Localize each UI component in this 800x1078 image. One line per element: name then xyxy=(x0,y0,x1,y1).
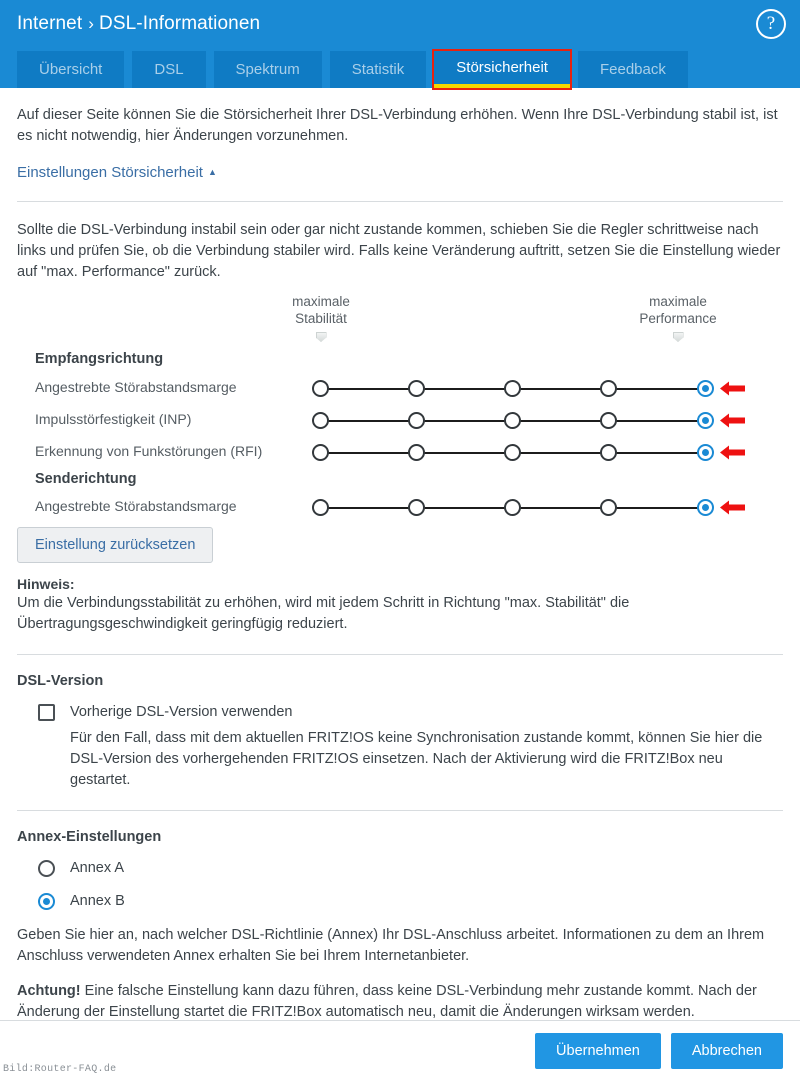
annex-a-radio[interactable] xyxy=(38,860,55,877)
breadcrumb-root[interactable]: Internet xyxy=(17,13,82,34)
group-title-senderichtung: Senderichtung xyxy=(35,471,137,487)
slider-knob-2[interactable] xyxy=(407,412,425,429)
red-arrow-left-icon xyxy=(720,445,745,460)
group-title-empfangsrichtung: Empfangsrichtung xyxy=(35,351,164,367)
page-content: Auf dieser Seite können Sie die Störsich… xyxy=(0,105,800,1023)
page-footer: Übernehmen Abbrechen xyxy=(0,1020,800,1078)
annex-b-label: Annex B xyxy=(70,893,125,909)
breadcrumb-current: DSL-Informationen xyxy=(99,13,261,34)
red-arrow-left-icon xyxy=(720,381,745,396)
previous-dsl-version-label: Vorherige DSL-Version verwenden xyxy=(70,704,293,720)
page-root: Internet › DSL-Informationen ? Übersicht D… xyxy=(0,0,800,1078)
annex-warning: Achtung! Eine falsche Einstellung kann d… xyxy=(17,981,783,1023)
red-arrow-left-icon xyxy=(720,413,745,428)
tab-spektrum[interactable]: Spektrum xyxy=(213,51,322,88)
annex-heading: Annex-Einstellungen xyxy=(17,829,162,845)
slider-row-snr-margin-downstream: Angestrebte Störabstandsmarge xyxy=(17,377,783,401)
noise-margin-slider-group: maximale Stabilität maximale Performance… xyxy=(17,293,783,525)
slider-knob-1[interactable] xyxy=(311,444,329,461)
annex-a-row[interactable]: Annex A xyxy=(38,859,783,878)
red-arrow-left-icon xyxy=(720,500,745,515)
slider-knob-5-selected[interactable] xyxy=(696,444,714,461)
slider-knob-3[interactable] xyxy=(503,499,521,516)
slider-label: Angestrebte Störabstandsmarge xyxy=(35,379,237,395)
dsl-version-checkbox-row[interactable]: Vorherige DSL-Version verwenden xyxy=(38,703,783,722)
scale-performance-line2: Performance xyxy=(639,311,717,326)
scale-label-performance: maximale Performance xyxy=(613,293,743,342)
slider-knob-2[interactable] xyxy=(407,444,425,461)
hint-text: Um die Verbindungsstabilität zu erhöhen,… xyxy=(17,595,630,632)
breadcrumb-separator-icon: › xyxy=(88,14,94,33)
scale-label-stability: maximale Stabilität xyxy=(256,293,386,342)
apply-button[interactable]: Übernehmen xyxy=(535,1033,661,1069)
accordion-label: Einstellungen Störsicherheit xyxy=(17,164,203,181)
slider-knob-5-selected[interactable] xyxy=(696,412,714,429)
tab-uebersicht[interactable]: Übersicht xyxy=(17,51,125,88)
slider-knob-2[interactable] xyxy=(407,380,425,397)
scale-stability-line2: Stabilität xyxy=(295,311,347,326)
tab-dsl[interactable]: DSL xyxy=(132,51,206,88)
slider-row-inp: Impulsstörfestigkeit (INP) xyxy=(17,409,783,433)
slider-knob-1[interactable] xyxy=(311,380,329,397)
slider-knob-5-selected[interactable] xyxy=(696,380,714,397)
slider-knob-3[interactable] xyxy=(503,444,521,461)
tab-feedback[interactable]: Feedback xyxy=(577,51,688,88)
annex-description: Geben Sie hier an, nach welcher DSL-Rich… xyxy=(17,927,765,964)
watermark-label: Bild:Router-FAQ.de xyxy=(3,1064,117,1075)
page-header: Internet › DSL-Informationen ? Übersicht D… xyxy=(0,0,800,90)
slider-knob-2[interactable] xyxy=(407,499,425,516)
previous-dsl-version-checkbox[interactable] xyxy=(38,704,55,721)
divider-dsl-version xyxy=(17,654,783,655)
tab-statistik[interactable]: Statistik xyxy=(329,51,427,88)
slider-row-snr-margin-upstream: Angestrebte Störabstandsmarge xyxy=(17,496,783,520)
annex-b-radio[interactable] xyxy=(38,893,55,910)
slider-knob-1[interactable] xyxy=(311,412,329,429)
annex-b-row[interactable]: Annex B xyxy=(38,892,783,911)
dsl-version-heading: DSL-Version xyxy=(17,673,104,689)
slider-label: Erkennung von Funkstörungen (RFI) xyxy=(35,443,263,459)
tab-bar: Übersicht DSL Spektrum Statistik Störsic… xyxy=(17,49,688,90)
annex-warning-text: Eine falsche Einstellung kann dazu führe… xyxy=(17,983,757,1020)
slider-row-rfi: Erkennung von Funkstörungen (RFI) xyxy=(17,441,783,465)
slider-instruction: Sollte die DSL-Verbindung instabil sein … xyxy=(17,222,781,280)
settings-accordion-toggle[interactable]: Einstellungen Störsicherheit ▲ xyxy=(17,164,217,181)
tab-stoersicherheit[interactable]: Störsicherheit xyxy=(432,49,572,90)
slider-knob-4[interactable] xyxy=(599,499,617,516)
intro-paragraph: Auf dieser Seite können Sie die Störsich… xyxy=(17,107,778,144)
cancel-button[interactable]: Abbrechen xyxy=(670,1033,783,1069)
slider-knob-5-selected[interactable] xyxy=(696,499,714,516)
reset-settings-button[interactable]: Einstellung zurücksetzen xyxy=(17,527,214,563)
chevron-up-icon: ▲ xyxy=(207,167,217,177)
scale-stability-line1: maximale xyxy=(292,294,350,309)
scale-marker-stability-icon xyxy=(315,332,327,342)
slider-knob-1[interactable] xyxy=(311,499,329,516)
help-icon[interactable]: ? xyxy=(756,9,786,39)
breadcrumb: Internet › DSL-Informationen xyxy=(17,13,260,35)
divider-annex xyxy=(17,810,783,811)
hint-title: Hinweis: xyxy=(17,576,75,592)
annex-a-label: Annex A xyxy=(70,860,125,876)
slider-label: Impulsstörfestigkeit (INP) xyxy=(35,411,192,427)
annex-warning-label: Achtung! xyxy=(17,983,81,999)
divider-top xyxy=(17,201,783,202)
footer-button-group: Übernehmen Abbrechen xyxy=(535,1033,783,1069)
slider-knob-4[interactable] xyxy=(599,380,617,397)
dsl-version-description: Für den Fall, dass mit dem aktuellen FRI… xyxy=(70,730,763,788)
slider-label: Angestrebte Störabstandsmarge xyxy=(35,498,237,514)
slider-knob-4[interactable] xyxy=(599,412,617,429)
slider-knob-4[interactable] xyxy=(599,444,617,461)
slider-knob-3[interactable] xyxy=(503,380,521,397)
slider-knob-3[interactable] xyxy=(503,412,521,429)
scale-marker-performance-icon xyxy=(672,332,684,342)
scale-performance-line1: maximale xyxy=(649,294,707,309)
